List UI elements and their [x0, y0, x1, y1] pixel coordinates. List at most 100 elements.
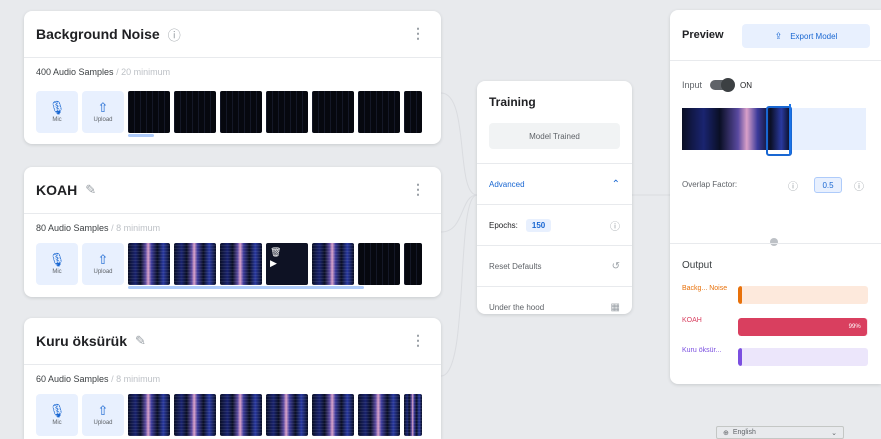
more-options-icon[interactable]: ⋮ — [411, 181, 425, 198]
mic-label: Mic — [52, 269, 62, 275]
audio-sample-thumbnail[interactable] — [174, 243, 216, 285]
microphone-icon: 🎙 — [48, 252, 66, 267]
overlap-factor-input[interactable]: 0.5 — [814, 177, 842, 193]
sample-count: 400 Audio Samples / 20 minimum — [24, 58, 441, 81]
edit-pencil-icon[interactable]: ✎ — [85, 182, 96, 198]
resize-handle[interactable] — [770, 238, 778, 246]
sample-thumbnails — [128, 91, 422, 137]
live-spectrogram — [682, 104, 866, 156]
audio-sample-thumbnail[interactable] — [404, 91, 422, 133]
output-confidence-fill: 99% — [738, 318, 867, 336]
upload-button[interactable]: ⇧ Upload — [82, 91, 124, 133]
epochs-input[interactable]: 150 — [525, 218, 552, 232]
class-card-koah: KOAH ✎ ⋮ 80 Audio Samples / 8 minimum 🎙 … — [24, 167, 441, 297]
class-header: KOAH ✎ ⋮ — [24, 167, 441, 213]
help-icon[interactable]: ⓘ — [854, 178, 864, 193]
language-select[interactable]: ⊕ English ⌄ — [716, 426, 844, 439]
upload-icon: ⇧ — [97, 100, 109, 115]
language-label: English — [732, 429, 756, 436]
output-class-label: Kuru öksür... — [682, 347, 722, 354]
upload-button[interactable]: ⇧ Upload — [82, 394, 124, 436]
training-panel: Training Model Trained Advanced ⌃ Epochs… — [477, 81, 632, 314]
edit-pencil-icon[interactable]: ✎ — [135, 333, 146, 349]
microphone-icon: 🎙 — [48, 100, 66, 115]
sample-count-text: 80 Audio Samples — [36, 223, 109, 233]
globe-icon: ⊕ — [723, 429, 729, 437]
reset-defaults-row[interactable]: Reset Defaults ↺ — [477, 245, 632, 286]
help-icon[interactable]: ⓘ — [168, 25, 181, 44]
audio-sample-thumbnail[interactable] — [404, 394, 422, 436]
advanced-label: Advanced — [489, 179, 525, 189]
reset-defaults-label: Reset Defaults — [489, 261, 542, 271]
audio-sample-thumbnail[interactable] — [312, 91, 354, 133]
class-name[interactable]: KOAH — [36, 182, 77, 198]
output-row: KOAH 99% — [682, 316, 868, 338]
output-confidence-bar — [738, 286, 868, 304]
sample-row: 🎙 Mic ⇧ Upload — [36, 394, 422, 436]
play-icon[interactable]: ▶ — [270, 258, 281, 269]
advanced-toggle[interactable]: Advanced ⌃ — [477, 163, 632, 204]
upload-button[interactable]: ⇧ Upload — [82, 243, 124, 285]
preview-title: Preview — [682, 29, 724, 41]
audio-sample-thumbnail[interactable] — [312, 243, 354, 285]
under-the-hood-row[interactable]: Under the hood ▦ — [477, 286, 632, 314]
sample-scrollbar[interactable] — [128, 286, 364, 289]
help-icon[interactable]: ⓘ — [610, 218, 620, 233]
mic-label: Mic — [52, 420, 62, 426]
audio-sample-thumbnail[interactable] — [128, 394, 170, 436]
output-confidence-fill — [738, 348, 742, 366]
audio-sample-thumbnail[interactable] — [266, 394, 308, 436]
class-name[interactable]: Kuru öksürük — [36, 333, 127, 349]
input-toggle[interactable] — [710, 78, 736, 92]
more-options-icon[interactable]: ⋮ — [411, 332, 425, 349]
sample-minimum-text: / 20 minimum — [116, 67, 171, 77]
delete-icon[interactable]: 🗑 — [270, 247, 281, 258]
export-model-label: Export Model — [790, 31, 838, 41]
upload-label: Upload — [93, 420, 113, 426]
output-class-label: Backg... Noise — [682, 285, 728, 292]
mic-button[interactable]: 🎙 Mic — [36, 394, 78, 436]
audio-sample-thumbnail[interactable] — [220, 243, 262, 285]
class-header: Kuru öksürük ✎ ⋮ — [24, 318, 441, 364]
audio-sample-thumbnail[interactable] — [220, 91, 262, 133]
training-title: Training — [489, 95, 536, 109]
output-title: Output — [682, 260, 713, 271]
audio-sample-thumbnail[interactable] — [128, 243, 170, 285]
audio-sample-thumbnail[interactable] — [220, 394, 262, 436]
audio-sample-thumbnail[interactable] — [404, 243, 422, 285]
upload-icon: ⇧ — [97, 403, 109, 418]
model-trained-button[interactable]: Model Trained — [489, 123, 620, 149]
class-card-background-noise: Background Noise ⓘ ⋮ 400 Audio Samples /… — [24, 11, 441, 144]
epochs-row: Epochs: 150 ⓘ — [477, 204, 632, 245]
sample-count-text: 400 Audio Samples — [36, 67, 114, 77]
epochs-label: Epochs: — [489, 220, 518, 230]
audio-sample-thumbnail[interactable] — [312, 394, 354, 436]
upload-label: Upload — [93, 117, 113, 123]
mic-button[interactable]: 🎙 Mic — [36, 243, 78, 285]
audio-sample-thumbnail-hovered[interactable]: 🗑 ▶ — [266, 243, 308, 285]
info-icon[interactable]: ⓘ — [788, 178, 798, 193]
sample-count-text: 60 Audio Samples — [36, 374, 109, 384]
audio-sample-thumbnail[interactable] — [358, 243, 400, 285]
more-options-icon[interactable]: ⋮ — [411, 25, 425, 42]
chart-icon: ▦ — [610, 301, 620, 313]
class-name[interactable]: Background Noise — [36, 26, 160, 42]
audio-sample-thumbnail[interactable] — [174, 91, 216, 133]
sample-count: 60 Audio Samples / 8 minimum — [24, 365, 441, 388]
toggle-state-label: ON — [740, 80, 753, 90]
audio-sample-thumbnail[interactable] — [358, 91, 400, 133]
export-model-button[interactable]: ⇪ Export Model — [742, 24, 870, 48]
audio-sample-thumbnail[interactable] — [358, 394, 400, 436]
audio-sample-thumbnail[interactable] — [128, 91, 170, 133]
sample-thumbnails: 🗑 ▶ — [128, 243, 422, 289]
audio-sample-thumbnail[interactable] — [266, 91, 308, 133]
mic-button[interactable]: 🎙 Mic — [36, 91, 78, 133]
input-control: Input ON — [682, 78, 753, 92]
playhead — [789, 104, 791, 154]
output-class-label: KOAH — [682, 317, 702, 324]
overlap-factor-label: Overlap Factor: — [682, 180, 738, 189]
divider — [670, 60, 881, 61]
sample-row: 🎙 Mic ⇧ Upload 🗑 ▶ — [36, 243, 422, 289]
audio-sample-thumbnail[interactable] — [174, 394, 216, 436]
sample-scrollbar[interactable] — [128, 134, 154, 137]
